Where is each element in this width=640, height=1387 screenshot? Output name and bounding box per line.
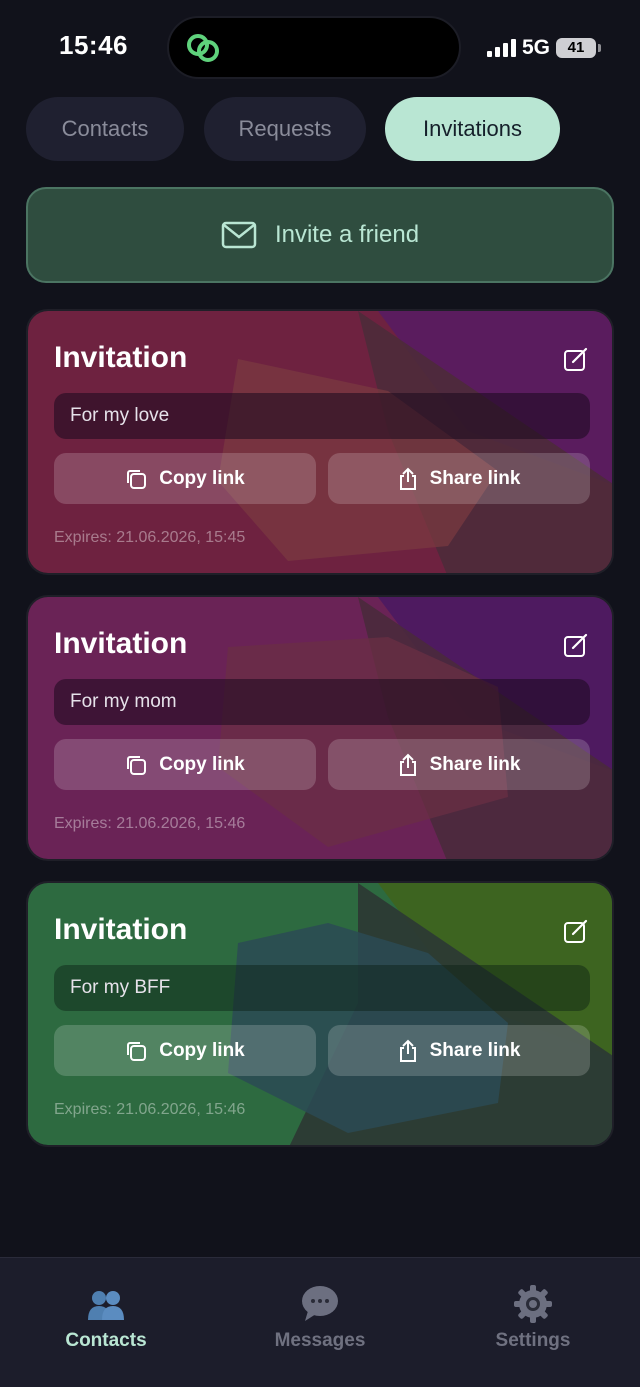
invite-friend-button[interactable]: Invite a friend xyxy=(26,187,614,283)
share-link-label: Share link xyxy=(429,467,521,489)
nav-messages-label: Messages xyxy=(274,1330,366,1351)
copy-link-label: Copy link xyxy=(159,753,245,775)
expiry-text: Expires: 21.06.2026, 15:45 xyxy=(54,529,246,546)
copy-link-button[interactable]: Copy link xyxy=(54,739,316,790)
share-link-button[interactable]: Share link xyxy=(328,453,590,504)
invitation-title: Invitation xyxy=(54,913,188,946)
edit-icon[interactable] xyxy=(562,631,590,659)
copy-icon xyxy=(127,469,147,489)
edit-icon[interactable] xyxy=(562,917,590,945)
share-link-label: Share link xyxy=(429,1039,521,1061)
invitation-name-field[interactable]: For my love xyxy=(54,393,590,439)
share-icon xyxy=(399,467,416,490)
invitation-card: Invitation For my love Copy link Share l… xyxy=(26,309,614,575)
copy-link-label: Copy link xyxy=(159,467,245,489)
invitation-card: Invitation For my BFF Copy link Share li… xyxy=(26,881,614,1147)
copy-link-button[interactable]: Copy link xyxy=(54,453,316,504)
invitation-card: Invitation For my mom Copy link Share li… xyxy=(26,595,614,861)
nav-contacts[interactable]: Contacts xyxy=(26,1258,186,1387)
invitation-name-field[interactable]: For my BFF xyxy=(54,965,590,1011)
expiry-text: Expires: 21.06.2026, 15:46 xyxy=(54,1101,246,1118)
signal-icon xyxy=(486,39,516,57)
share-icon xyxy=(399,753,416,776)
chat-bubble-icon xyxy=(302,1286,338,1321)
nav-contacts-label: Contacts xyxy=(65,1330,147,1351)
share-link-button[interactable]: Share link xyxy=(328,739,590,790)
invitation-name-field[interactable]: For my mom xyxy=(54,679,590,725)
segment-tabs: Contacts Requests Invitations xyxy=(26,97,614,161)
share-link-label: Share link xyxy=(429,753,521,775)
invitation-title: Invitation xyxy=(54,341,188,374)
edit-icon[interactable] xyxy=(562,345,590,373)
expiry-text: Expires: 21.06.2026, 15:46 xyxy=(54,815,246,832)
invitations-screen: 15:46 5G 41 Contacts Requests Invitation… xyxy=(0,0,640,1387)
bottom-tab-bar: Contacts Messages Settings xyxy=(0,1257,640,1387)
copy-link-label: Copy link xyxy=(159,1039,245,1061)
tab-contacts[interactable]: Contacts xyxy=(26,97,184,161)
contacts-icon xyxy=(88,1291,124,1320)
share-icon xyxy=(399,1039,416,1062)
share-link-button[interactable]: Share link xyxy=(328,1025,590,1076)
nav-messages[interactable]: Messages xyxy=(240,1258,400,1387)
tab-invitations[interactable]: Invitations xyxy=(385,97,560,161)
gear-icon xyxy=(514,1285,552,1323)
nav-settings-label: Settings xyxy=(495,1330,571,1351)
copy-link-button[interactable]: Copy link xyxy=(54,1025,316,1076)
tab-requests[interactable]: Requests xyxy=(204,97,366,161)
status-time: 15:46 xyxy=(59,30,128,60)
network-type: 5G xyxy=(521,36,550,59)
invite-friend-label: Invite a friend xyxy=(274,221,420,248)
copy-icon xyxy=(127,755,147,775)
dynamic-island xyxy=(167,16,461,79)
nav-settings[interactable]: Settings xyxy=(453,1258,613,1387)
battery-icon: 41 xyxy=(556,38,601,58)
app-link-logo-icon xyxy=(187,34,219,62)
mail-icon xyxy=(221,221,257,249)
copy-icon xyxy=(127,1041,147,1061)
status-indicators: 5G 41 xyxy=(486,36,601,60)
invitation-title: Invitation xyxy=(54,627,188,660)
